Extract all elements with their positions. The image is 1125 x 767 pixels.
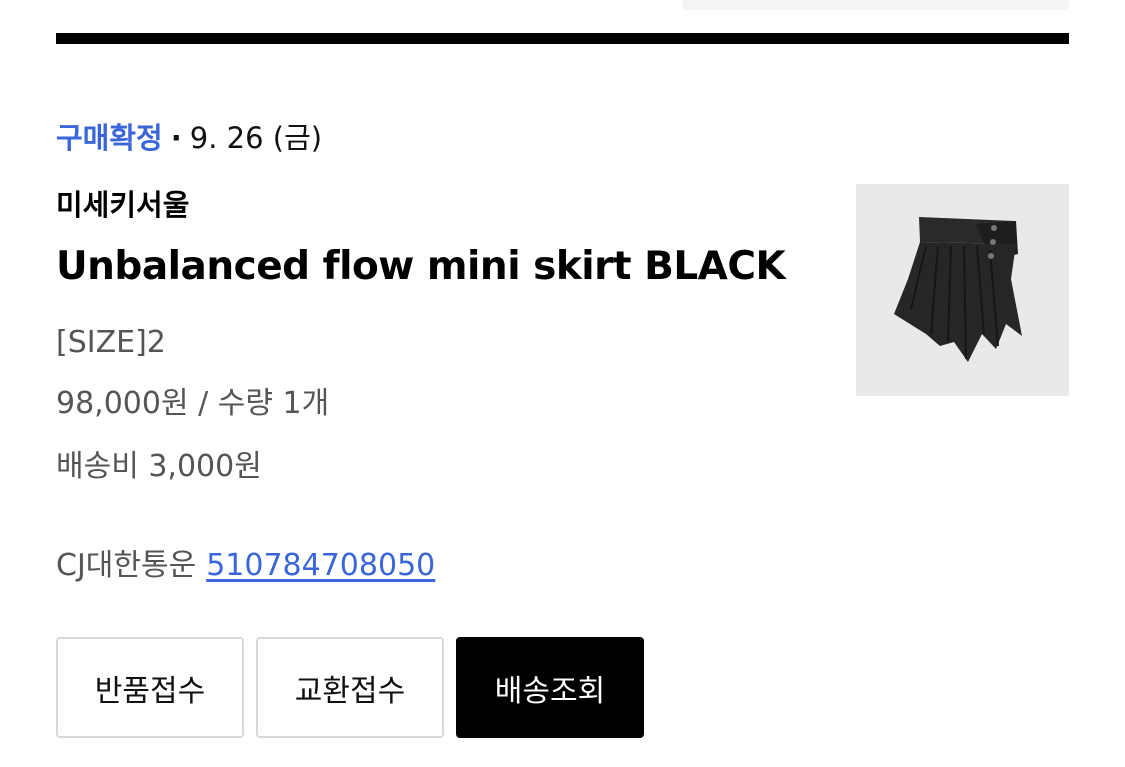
order-status-line: 구매확정 · 9. 26 (금)	[56, 118, 322, 158]
previous-section-box	[682, 0, 1069, 10]
track-shipment-button[interactable]: 배송조회	[456, 637, 644, 738]
skirt-image	[894, 217, 1022, 362]
product-thumbnail[interactable]	[856, 184, 1069, 396]
status-separator: ·	[170, 121, 182, 155]
order-date: 9. 26 (금)	[189, 121, 323, 155]
price-quantity: 98,000원 / 수량 1개	[56, 386, 330, 421]
brand-name[interactable]: 미세키서울	[56, 186, 189, 224]
order-item-page: 구매확정 · 9. 26 (금) 미세키서울 Unbalanced flow min…	[0, 0, 1125, 767]
product-option: [SIZE]2	[56, 325, 166, 360]
courier-name: CJ대한통운	[56, 548, 197, 583]
section-divider	[56, 33, 1069, 44]
order-status-label: 구매확정	[56, 121, 163, 155]
courier-line: CJ대한통운 510784708050	[56, 546, 435, 586]
product-name[interactable]: Unbalanced flow mini skirt BLACK	[56, 243, 786, 291]
exchange-request-button[interactable]: 교환접수	[256, 637, 444, 738]
shipping-fee: 배송비 3,000원	[56, 449, 262, 484]
return-request-button[interactable]: 반품접수	[56, 637, 244, 738]
tracking-number-link[interactable]: 510784708050	[206, 548, 435, 583]
